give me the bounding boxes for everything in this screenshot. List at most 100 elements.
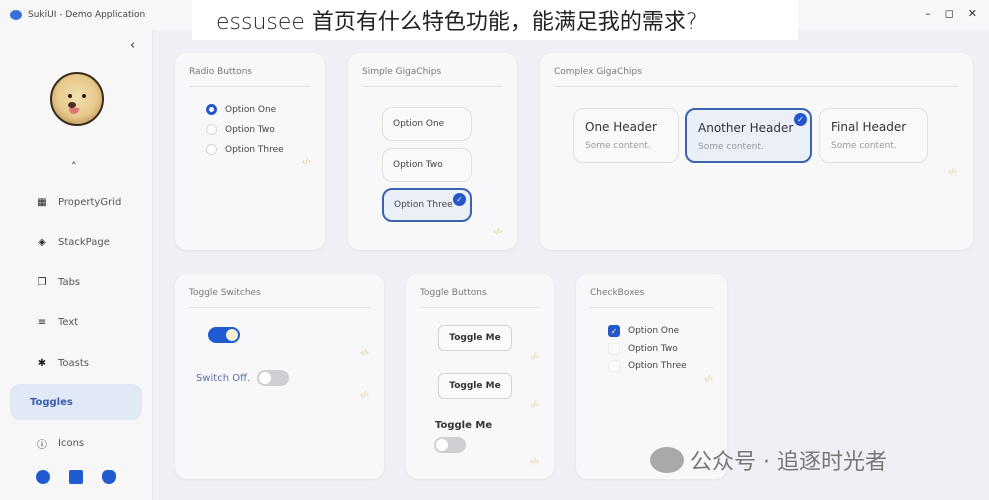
checkbox-unchecked-icon: [608, 360, 620, 372]
complex-gigachips-card: Complex GigaChips One Header Some conten…: [540, 53, 973, 250]
avatar-eye: [82, 94, 86, 98]
switch-knob: [259, 372, 271, 384]
toggle-switch-off[interactable]: [257, 370, 289, 386]
card-title: Toggle Buttons: [420, 288, 487, 298]
code-icon[interactable]: ‹/›: [948, 167, 957, 176]
window-controls: – ◻ ✕: [925, 7, 977, 20]
watermark-text: 公众号 · 追逐时光者: [690, 450, 887, 475]
chip-option-two[interactable]: Option Two: [382, 148, 472, 182]
chip-option-three[interactable]: Option Three ✓: [382, 188, 472, 222]
radio-option-three[interactable]: Option Three: [206, 144, 284, 155]
checkbox-label: Option Three: [628, 361, 687, 371]
sidebar: ‹ ˄ ▦ PropertyGrid ◈ StackPage ❐ Tabs ≡ …: [0, 30, 153, 500]
chip-header: Final Header: [831, 120, 907, 134]
scroll-up-icon[interactable]: ˄: [71, 160, 77, 173]
sidebar-item-text[interactable]: ≡ Text: [10, 304, 142, 340]
close-button[interactable]: ✕: [968, 7, 977, 20]
toggle-button-1[interactable]: Toggle Me: [438, 325, 512, 351]
radio-option-one[interactable]: Option One: [206, 104, 276, 115]
checkbox-option-one[interactable]: ✓ Option One: [608, 325, 679, 337]
sidebar-item-toggles[interactable]: Toggles: [10, 384, 142, 420]
sidebar-item-label: PropertyGrid: [58, 196, 122, 208]
maximize-button[interactable]: ◻: [945, 7, 954, 20]
sidebar-item-propertygrid[interactable]: ▦ PropertyGrid: [10, 184, 142, 220]
sidebar-item-stackpage[interactable]: ◈ StackPage: [10, 224, 142, 260]
check-icon: ✓: [794, 113, 807, 126]
complex-chip-another[interactable]: Another Header Some content. ✓: [685, 108, 812, 163]
card-title: Toggle Switches: [189, 288, 261, 298]
toggle-me-switch[interactable]: [434, 437, 466, 453]
radio-unchecked-icon: [206, 124, 217, 135]
collapse-sidebar-icon[interactable]: ‹: [130, 38, 135, 53]
chip-content: Some content.: [585, 141, 651, 151]
checkbox-label: Option One: [628, 326, 680, 336]
check-icon: ✓: [453, 193, 466, 206]
code-icon[interactable]: ‹/›: [360, 348, 369, 357]
code-icon[interactable]: ‹/›: [493, 227, 502, 236]
sidebar-item-label: StackPage: [58, 236, 110, 248]
tab-icon: ❐: [37, 276, 47, 288]
toggle-button-label: Toggle Me: [449, 381, 501, 391]
code-icon[interactable]: ‹/›: [704, 374, 713, 383]
card-title: Complex GigaChips: [554, 67, 642, 77]
radio-label: Option Two: [225, 124, 275, 135]
sidebar-footer: [36, 470, 116, 484]
radio-label: Option Three: [225, 144, 284, 155]
toggle-button-label: Toggle Me: [449, 333, 501, 343]
radio-label: Option One: [225, 104, 277, 115]
sidebar-item-label: Icons: [58, 437, 85, 449]
checkbox-label: Option Two: [628, 344, 678, 354]
avatar-eye: [68, 94, 72, 98]
text-icon: ≡: [37, 316, 47, 328]
avatar-tongue: [69, 108, 79, 114]
overlay-heading: essusee 首页有什么特色功能，能满足我的需求?: [192, 0, 798, 40]
chip-label: Option Three: [394, 200, 453, 210]
divider: [590, 307, 713, 308]
window-icon[interactable]: [69, 470, 83, 484]
card-title: Radio Buttons: [189, 67, 252, 77]
grid-icon: ▦: [37, 196, 47, 208]
layers-icon: ◈: [38, 236, 46, 248]
code-icon[interactable]: ‹/›: [360, 390, 369, 399]
card-title: Simple GigaChips: [362, 67, 442, 77]
avatar: [50, 72, 104, 126]
radio-checked-icon: [206, 104, 217, 115]
toggle-buttons-card: Toggle Buttons Toggle Me ‹/› Toggle Me ‹…: [406, 274, 554, 479]
toggle-button-2[interactable]: Toggle Me: [438, 373, 512, 399]
sidebar-item-label: Toasts: [58, 357, 89, 369]
toggle-switch-label: Toggle Me: [435, 420, 493, 431]
chip-label: Option One: [393, 119, 445, 129]
minimize-button[interactable]: –: [925, 7, 931, 20]
chip-option-one[interactable]: Option One: [382, 107, 472, 141]
switch-off-label: Switch Off.: [196, 373, 251, 384]
card-title: CheckBoxes: [590, 288, 645, 298]
toggle-switches-card: Toggle Switches ‹/› Switch Off. ‹/›: [175, 274, 384, 479]
complex-chip-final[interactable]: Final Header Some content.: [819, 108, 928, 163]
divider: [420, 307, 540, 308]
divider: [554, 86, 959, 87]
radio-option-two[interactable]: Option Two: [206, 124, 275, 135]
sidebar-item-label: Tabs: [58, 276, 81, 288]
cat-icon[interactable]: [102, 470, 116, 484]
github-icon[interactable]: [36, 470, 50, 484]
code-icon[interactable]: ‹/›: [302, 157, 311, 166]
sidebar-item-label: Text: [58, 316, 79, 328]
app-logo-icon: [10, 10, 22, 20]
checkbox-option-three[interactable]: Option Three: [608, 360, 687, 372]
chip-label: Option Two: [393, 160, 443, 170]
simple-gigachips-card: Simple GigaChips Option One Option Two O…: [348, 53, 517, 250]
checkbox-unchecked-icon: [608, 343, 620, 355]
toggle-switch-on[interactable]: [208, 327, 240, 343]
checkbox-option-two[interactable]: Option Two: [608, 343, 678, 355]
info-icon: ⓘ: [37, 439, 47, 451]
sidebar-item-tabs[interactable]: ❐ Tabs: [10, 264, 142, 300]
complex-chip-one[interactable]: One Header Some content.: [573, 108, 679, 163]
divider: [362, 86, 503, 87]
sidebar-item-icons[interactable]: ⓘ Icons: [10, 425, 142, 461]
sidebar-item-toasts[interactable]: ✱ Toasts: [10, 345, 142, 381]
code-icon[interactable]: ‹/›: [530, 352, 539, 361]
code-icon[interactable]: ‹/›: [530, 400, 539, 409]
radio-buttons-card: Radio Buttons Option One Option Two Opti…: [175, 53, 325, 250]
chip-header: Another Header: [698, 121, 794, 135]
code-icon[interactable]: ‹/›: [530, 457, 539, 466]
